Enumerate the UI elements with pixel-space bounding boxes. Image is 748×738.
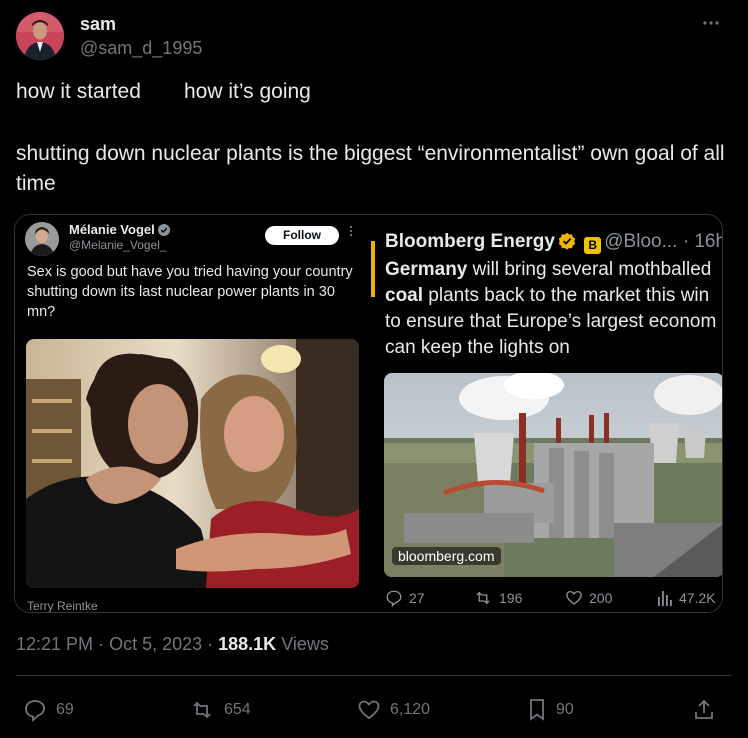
melanie-avatar (25, 222, 59, 256)
author-handle[interactable]: @sam_d_1995 (80, 38, 202, 59)
separator-dot: · (682, 231, 690, 252)
views-icon (657, 589, 673, 607)
melanie-tweet-text: Sex is good but have you tried having yo… (27, 264, 353, 320)
meta-separator: · (207, 634, 219, 654)
tweet-date[interactable]: Oct 5, 2023 (109, 634, 202, 654)
reply-count: 69 (56, 701, 74, 718)
quoted-media-card[interactable]: Mélanie Vogel @Melanie_Vogel_ Follow Sex… (14, 214, 723, 613)
meta-separator: · (98, 634, 110, 654)
follow-button: Follow (265, 226, 339, 245)
tweet-meta: 12:21 PM · Oct 5, 2023 · 188.1K Views (16, 634, 329, 655)
melanie-more-icon (348, 224, 354, 238)
author-name[interactable]: sam (80, 14, 116, 35)
bloomberg-name: Bloomberg Energy (385, 231, 555, 252)
quoted-tweet-melanie[interactable]: Mélanie Vogel @Melanie_Vogel_ Follow Sex… (15, 215, 371, 612)
quoted-tweet-bloomberg[interactable]: Bloomberg Energy B@Bloo... · 16h Germany… (371, 215, 722, 612)
author-avatar[interactable] (16, 12, 64, 60)
link-domain: bloomberg.com (392, 547, 501, 565)
heart-icon (356, 698, 382, 722)
reply-icon (22, 698, 48, 722)
tweet-line-left: how it started (16, 80, 141, 103)
power-plant-image: bloomberg.com (384, 373, 722, 577)
repost-icon (188, 698, 216, 722)
highlight-bar (371, 241, 375, 297)
share-button[interactable] (692, 698, 716, 722)
bloomberg-time: 16h (694, 231, 722, 252)
melanie-photo (26, 339, 359, 588)
repost-button[interactable]: 654 (188, 698, 251, 722)
bookmark-icon (526, 698, 548, 722)
repost-count: 654 (224, 701, 251, 718)
divider (16, 675, 732, 676)
tweet-text: shutting down nuclear plants is the bigg… (16, 142, 725, 195)
tweet-line-right: how it’s going (184, 80, 311, 103)
bloomberg-badge-icon: B (584, 237, 602, 254)
bookmark-button[interactable]: 90 (526, 698, 574, 722)
bloomberg-replies: 27 (385, 589, 425, 607)
bookmark-count: 90 (556, 701, 574, 718)
bloomberg-views: 47.2K (657, 589, 716, 607)
verified-gold-icon (558, 232, 576, 250)
melanie-handle: @Melanie_Vogel_ (69, 238, 167, 252)
tweet-time[interactable]: 12:21 PM (16, 634, 93, 654)
reply-button[interactable]: 69 (22, 698, 74, 722)
views-label: Views (281, 634, 329, 654)
bloomberg-header: Bloomberg Energy B@Bloo... · 16h (385, 231, 722, 254)
bloomberg-likes: 200 (565, 589, 612, 607)
views-count: 188.1K (218, 634, 277, 654)
like-count: 6,120 (390, 701, 431, 718)
verified-badge-icon (158, 224, 171, 236)
like-button[interactable]: 6,120 (356, 698, 430, 722)
bloomberg-handle: @Bloo... (604, 231, 678, 252)
heart-icon (565, 589, 583, 607)
bloomberg-reposts: 196 (473, 589, 522, 607)
more-options-icon[interactable] (700, 12, 722, 34)
share-icon (692, 698, 716, 722)
melanie-name: Mélanie Vogel (69, 222, 171, 237)
repost-icon (473, 589, 493, 607)
bloomberg-tweet-text: Germany will bring several mothballed co… (385, 259, 717, 358)
bloomberg-action-bar: 27 196 200 47.2K (385, 589, 722, 609)
photo-credit: Terry Reintke (27, 599, 98, 613)
reply-icon (385, 589, 403, 607)
